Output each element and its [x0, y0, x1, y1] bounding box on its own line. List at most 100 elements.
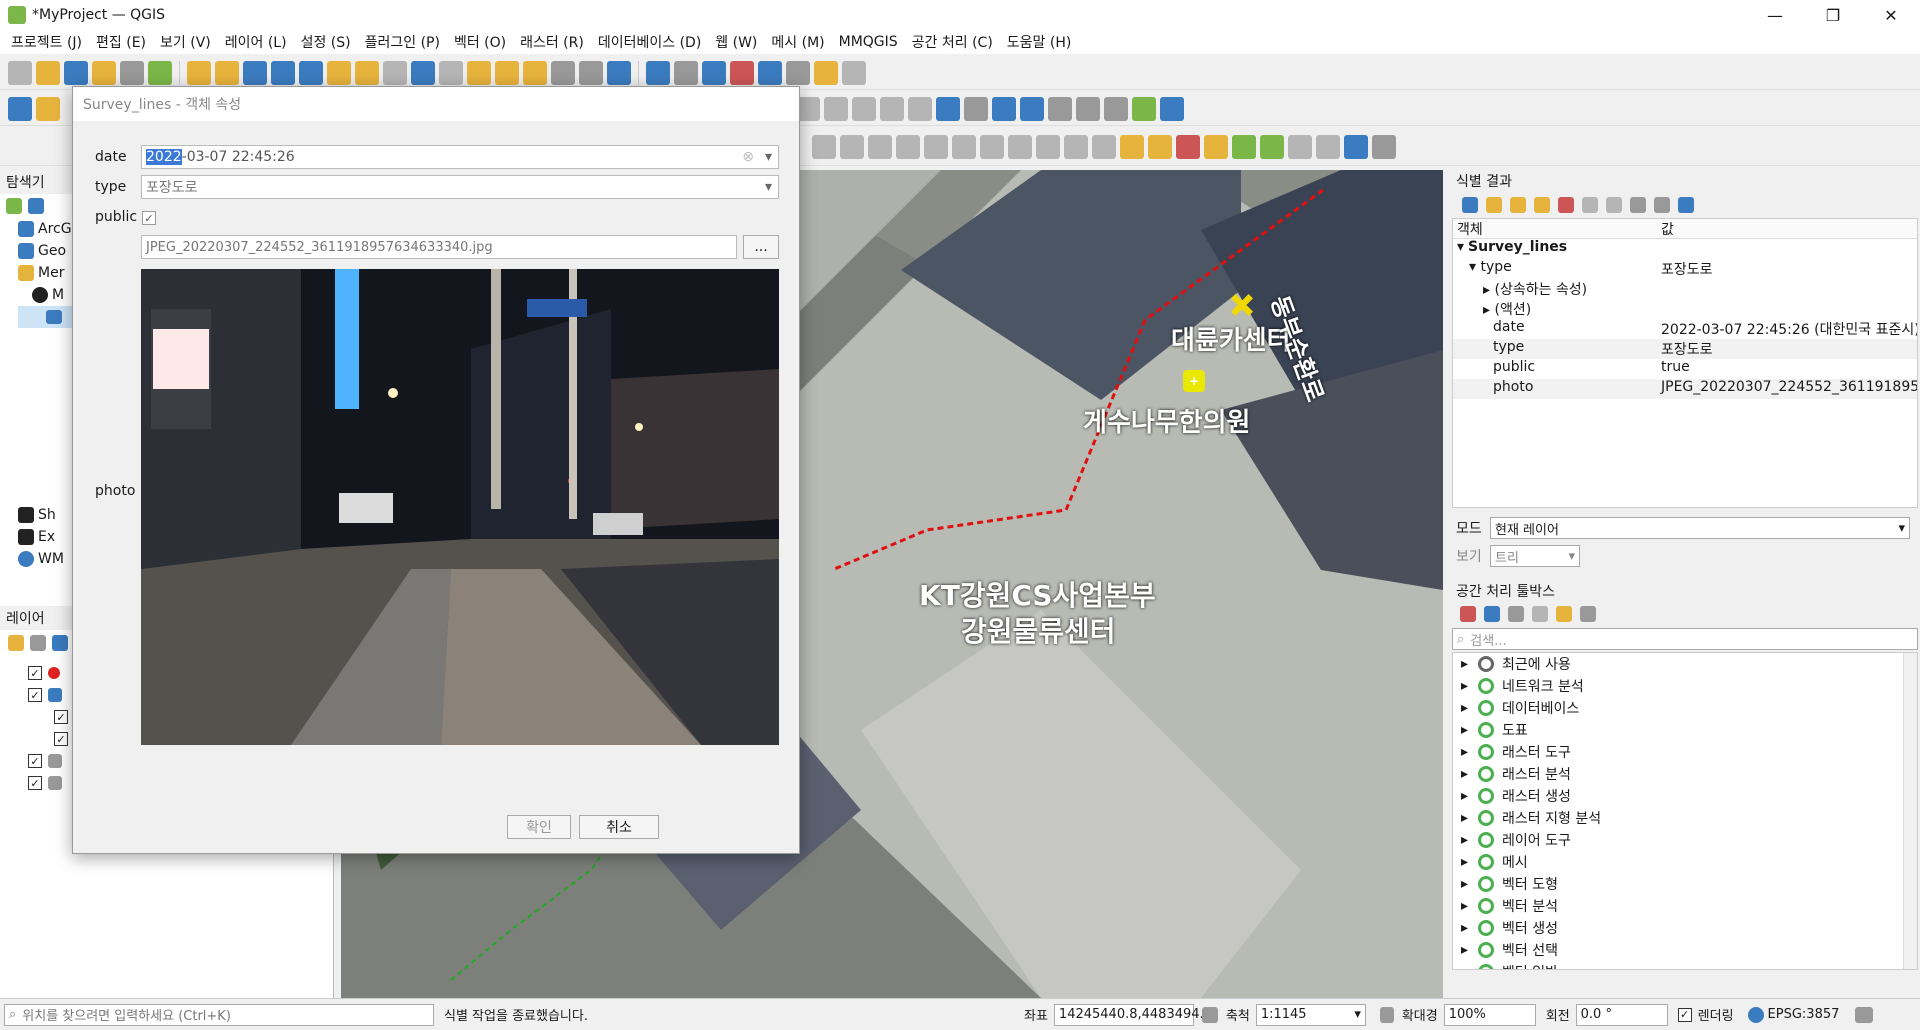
toolbox-item[interactable]: ▸벡터 일반	[1453, 961, 1917, 969]
print-response-icon[interactable]	[1606, 197, 1622, 213]
toolbox-scrollbar[interactable]	[1903, 653, 1917, 969]
zoom-selection-icon[interactable]	[327, 60, 351, 85]
menu-edit[interactable]: 편집 (E)	[89, 32, 153, 52]
plugin-c-icon[interactable]	[1104, 96, 1128, 121]
toolbox-item[interactable]: ▸ 래스터 생성	[1453, 785, 1917, 807]
menu-mesh[interactable]: 메시 (M)	[764, 32, 831, 52]
toolbox-item[interactable]: ▸ 데이터베이스	[1453, 697, 1917, 719]
menu-raster[interactable]: 래스터 (R)	[513, 32, 591, 52]
data-source-manager-icon[interactable]	[8, 96, 32, 121]
new-3d-view-icon[interactable]	[495, 60, 519, 85]
close-button[interactable]: ✕	[1862, 0, 1920, 30]
digitize-h-icon[interactable]	[1008, 134, 1032, 159]
edit-features-inplace-icon[interactable]	[1556, 606, 1572, 622]
digitize-b-icon[interactable]	[840, 134, 864, 159]
layer-visibility-checkbox[interactable]: ✓	[28, 776, 42, 790]
messages-icon[interactable]	[1855, 1006, 1874, 1023]
browse-button[interactable]: ...	[743, 235, 779, 259]
crs-globe-icon[interactable]	[1747, 1006, 1764, 1023]
zoom-out-icon[interactable]	[271, 60, 295, 85]
crs-button[interactable]: EPSG:3857	[1768, 1007, 1840, 1022]
attribute-table-icon[interactable]	[674, 60, 698, 85]
digitize-g-icon[interactable]	[980, 134, 1004, 159]
zoom-native-icon[interactable]	[383, 60, 407, 85]
deselect-icon[interactable]	[1176, 134, 1200, 159]
collapse-all-icon[interactable]	[1534, 197, 1550, 213]
plugin-a-icon[interactable]	[1048, 96, 1072, 121]
chevron-down-icon[interactable]: ▾	[765, 149, 772, 165]
category-checkbox[interactable]: ✓	[54, 732, 68, 746]
view-select[interactable]: 트리 ▾	[1490, 545, 1580, 567]
refresh-icon[interactable]	[607, 60, 631, 85]
menu-help[interactable]: 도움말 (H)	[1000, 32, 1079, 52]
plugin-g-icon[interactable]	[1316, 134, 1340, 159]
type-select[interactable]: 포장도로 ▾	[141, 175, 779, 199]
result-actions-row[interactable]: ▸ (액션)	[1453, 299, 1917, 319]
select-features-icon[interactable]	[1120, 134, 1144, 159]
menu-plugins[interactable]: 플러그인 (P)	[358, 32, 447, 52]
plugin-e-icon[interactable]	[1260, 134, 1284, 159]
date-field[interactable]: 2022 -03-07 22:45:26 ⊗ ▾	[141, 145, 779, 169]
digitize-i-icon[interactable]	[1036, 134, 1060, 159]
menu-settings[interactable]: 설정 (S)	[294, 32, 358, 52]
expand-icon[interactable]	[1462, 197, 1478, 213]
copy-feature-icon[interactable]	[1582, 197, 1598, 213]
mode-select[interactable]: 현재 레이어 ▾	[1490, 517, 1910, 539]
toolbox-search-input[interactable]: ⌕ 검색...	[1452, 628, 1918, 650]
show-bookmarks-icon[interactable]	[551, 60, 575, 85]
toolbox-item[interactable]: ▸ 벡터 분석	[1453, 895, 1917, 917]
label-show-icon[interactable]	[824, 96, 848, 121]
menu-mmqgis[interactable]: MMQGIS	[832, 34, 905, 50]
style-manager-icon[interactable]	[148, 60, 172, 85]
mouse-icon[interactable]	[1201, 1006, 1218, 1023]
coordinate-field[interactable]: 14245440.8,4483494.8	[1053, 1003, 1212, 1026]
layer-visibility-checkbox[interactable]: ✓	[28, 754, 42, 768]
toolbox-item[interactable]: ▸ 래스터 지형 분석	[1453, 807, 1917, 829]
result-feature-row[interactable]: ▾ type 포장도로	[1453, 259, 1917, 279]
digitize-d-icon[interactable]	[896, 134, 920, 159]
open-project-icon[interactable]	[36, 60, 60, 85]
toolbox-item[interactable]: ▸ 최근에 사용	[1453, 653, 1917, 675]
category-checkbox[interactable]: ✓	[54, 710, 68, 724]
zoom-in-icon[interactable]	[243, 60, 267, 85]
zoom-next-icon[interactable]	[439, 60, 463, 85]
cancel-button[interactable]: 취소	[579, 815, 659, 839]
statistics-icon[interactable]	[730, 60, 754, 85]
history-icon[interactable]	[1508, 606, 1524, 622]
help-icon[interactable]	[992, 96, 1016, 121]
identify-settings-icon[interactable]	[1654, 197, 1670, 213]
menu-layer[interactable]: 레이어 (L)	[218, 32, 294, 52]
feature-action-icon[interactable]	[702, 60, 726, 85]
field-calculator-icon[interactable]	[758, 60, 782, 85]
menu-view[interactable]: 보기 (V)	[153, 32, 218, 52]
clear-icon[interactable]: ⊗	[742, 149, 754, 165]
result-attribute-row[interactable]: date 2022-03-07 22:45:26 (대한민국 표준시)	[1453, 319, 1917, 339]
python-console-icon[interactable]	[1020, 96, 1044, 121]
menu-database[interactable]: 데이터베이스 (D)	[591, 32, 708, 52]
digitize-j-icon[interactable]	[1064, 134, 1088, 159]
scripts-icon[interactable]	[1484, 606, 1500, 622]
settings-gear-icon[interactable]	[1372, 134, 1396, 159]
rotation-spinbox[interactable]: 0.0 °	[1575, 1003, 1668, 1026]
zoom-last-icon[interactable]	[411, 60, 435, 85]
toolbox-item[interactable]: ▸ 벡터 생성	[1453, 917, 1917, 939]
toolbox-item[interactable]: ▸ 도표	[1453, 719, 1917, 741]
save-as-icon[interactable]	[92, 60, 116, 85]
photo-path-field[interactable]: JPEG_20220307_224552_3611918957634633340…	[141, 235, 737, 259]
digitize-c-icon[interactable]	[868, 134, 892, 159]
annotation-icon[interactable]	[842, 60, 866, 85]
clear-results-icon[interactable]	[1558, 197, 1574, 213]
new-bookmark-icon[interactable]	[523, 60, 547, 85]
db-manager-icon[interactable]	[936, 96, 960, 121]
toolbox-item[interactable]: ▸ 메시	[1453, 851, 1917, 873]
browser-refresh-icon[interactable]	[28, 198, 44, 214]
layer-visibility-checkbox[interactable]: ✓	[28, 666, 42, 680]
label-rotate-icon[interactable]	[880, 96, 904, 121]
maximize-button[interactable]: ❐	[1804, 0, 1862, 30]
toolbox-item[interactable]: ▸ 래스터 분석	[1453, 763, 1917, 785]
result-attribute-row[interactable]: public true	[1453, 359, 1917, 379]
pan-to-selection-icon[interactable]	[215, 60, 239, 85]
magnifier-spinbox[interactable]: 100%	[1443, 1003, 1536, 1026]
layer-style-icon[interactable]	[8, 635, 24, 651]
render-checkbox[interactable]: ✓	[1677, 1007, 1692, 1022]
